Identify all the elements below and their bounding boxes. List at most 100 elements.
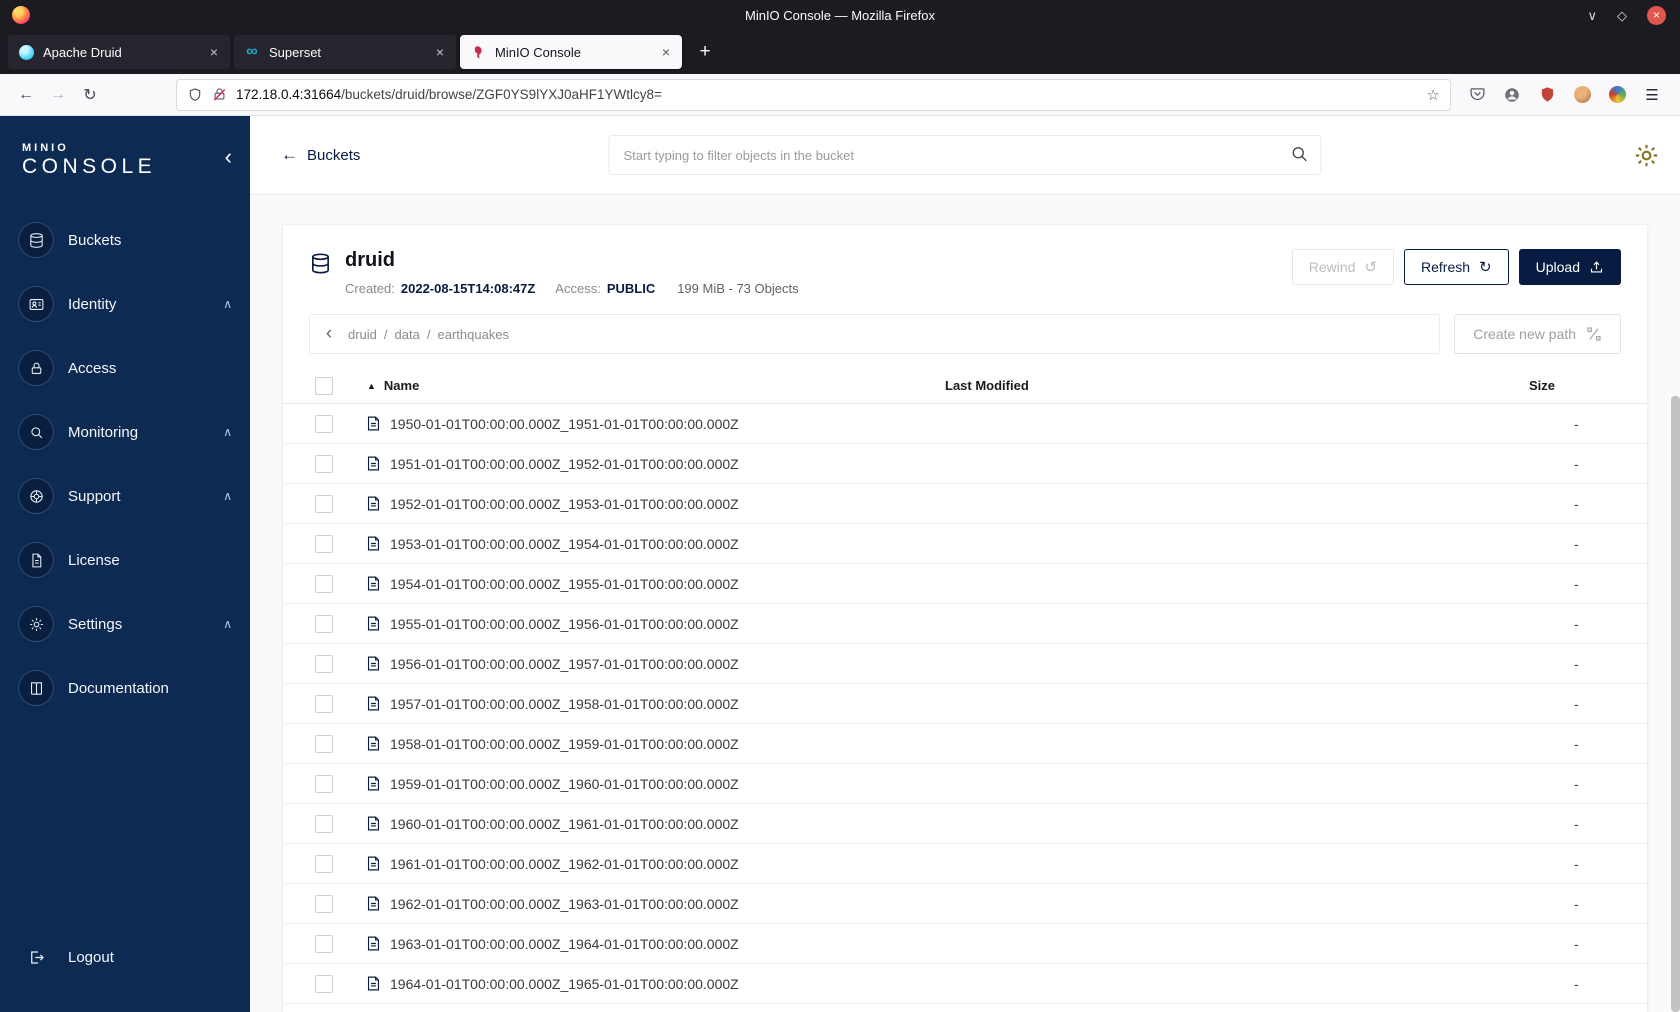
row-checkbox[interactable] (315, 574, 333, 593)
back-button[interactable]: ← (10, 80, 42, 110)
rewind-button[interactable]: Rewind ↺ (1291, 249, 1395, 285)
tab-apache-druid[interactable]: Apache Druid × (8, 35, 230, 69)
ublock-shield-icon[interactable] (1537, 85, 1557, 105)
object-size: - (1574, 855, 1579, 872)
sidebar-item-support[interactable]: Support ∧ (0, 469, 250, 523)
breadcrumb-segment[interactable]: data (395, 327, 420, 342)
back-to-buckets-link[interactable]: ← Buckets (281, 145, 360, 165)
tab-close-icon[interactable]: × (208, 44, 220, 60)
object-row[interactable]: 1963-01-01T00:00:00.000Z_1964-01-01T00:0… (283, 924, 1647, 964)
extension-pinwheel-icon[interactable] (1607, 85, 1627, 105)
object-row[interactable]: 1952-01-01T00:00:00.000Z_1953-01-01T00:0… (283, 484, 1647, 524)
created-value: 2022-08-15T14:08:47Z (400, 281, 536, 296)
row-checkbox[interactable] (315, 814, 333, 833)
new-tab-button[interactable]: + (690, 37, 720, 67)
forward-button[interactable]: → (42, 80, 74, 110)
avatar-icon[interactable] (1572, 85, 1592, 105)
object-row[interactable]: 1961-01-01T00:00:00.000Z_1962-01-01T00:0… (283, 844, 1647, 884)
breadcrumb-segment[interactable]: earthquakes (437, 327, 509, 342)
object-name: 1952-01-01T00:00:00.000Z_1953-01-01T00:0… (390, 495, 739, 512)
tab-close-icon[interactable]: × (434, 44, 446, 60)
url-bar[interactable]: 172.18.0.4:31664/buckets/druid/browse/ZG… (176, 78, 1451, 111)
breadcrumb-segment[interactable]: druid (348, 327, 377, 342)
sidebar-item-monitoring[interactable]: Monitoring ∧ (0, 405, 250, 459)
sidebar-collapse-button[interactable]: ‹ (225, 146, 232, 168)
reload-button[interactable]: ↻ (74, 80, 106, 110)
row-checkbox[interactable] (315, 494, 333, 513)
object-file-icon (365, 535, 382, 552)
object-row[interactable]: 1959-01-01T00:00:00.000Z_1960-01-01T00:0… (283, 764, 1647, 804)
row-checkbox[interactable] (315, 894, 333, 913)
object-file-icon (365, 655, 382, 672)
row-checkbox[interactable] (315, 614, 333, 633)
upload-button[interactable]: Upload (1518, 249, 1621, 285)
object-row[interactable]: 1956-01-01T00:00:00.000Z_1957-01-01T00:0… (283, 644, 1647, 684)
column-header-size: Size (1529, 378, 1556, 393)
hamburger-menu-icon[interactable]: ☰ (1642, 85, 1662, 105)
object-size: - (1574, 695, 1579, 712)
window-close-button[interactable]: × (1647, 5, 1666, 25)
url-text[interactable]: 172.18.0.4:31664/buckets/druid/browse/ZG… (236, 87, 1418, 102)
object-size: - (1574, 575, 1579, 592)
row-checkbox[interactable] (315, 974, 333, 993)
tracking-protection-shield-icon[interactable] (187, 87, 203, 103)
profile-icon[interactable] (1502, 85, 1522, 105)
support-icon (18, 478, 54, 514)
sidebar-item-settings[interactable]: Settings ∧ (0, 597, 250, 651)
sidebar-item-buckets[interactable]: Buckets (0, 213, 250, 267)
sidebar-item-access[interactable]: Access (0, 341, 250, 395)
sidebar-item-documentation[interactable]: Documentation (0, 661, 250, 715)
object-row[interactable]: 1955-01-01T00:00:00.000Z_1956-01-01T00:0… (283, 604, 1647, 644)
tab-minio-console[interactable]: MinIO Console × (460, 35, 682, 69)
pocket-icon[interactable] (1467, 85, 1487, 105)
tab-bar: Apache Druid × ∞ Superset × MinIO Consol… (0, 30, 1680, 74)
object-row[interactable]: 1953-01-01T00:00:00.000Z_1954-01-01T00:0… (283, 524, 1647, 564)
row-checkbox[interactable] (315, 414, 333, 433)
object-row[interactable]: 1964-01-01T00:00:00.000Z_1965-01-01T00:0… (283, 964, 1647, 1004)
object-size: - (1574, 415, 1579, 432)
row-checkbox[interactable] (315, 774, 333, 793)
sidebar-item-identity[interactable]: Identity ∧ (0, 277, 250, 331)
object-name: 1960-01-01T00:00:00.000Z_1961-01-01T00:0… (390, 815, 739, 832)
insecure-lock-icon[interactable] (212, 87, 227, 102)
sidebar-item-label: License (68, 551, 120, 569)
row-checkbox[interactable] (315, 534, 333, 553)
upload-label: Upload (1535, 259, 1580, 275)
object-file-icon (365, 975, 382, 992)
sidebar-item-license[interactable]: License (0, 533, 250, 587)
object-size: - (1574, 735, 1579, 752)
object-filter-input[interactable] (608, 135, 1322, 175)
object-row[interactable]: 1957-01-01T00:00:00.000Z_1958-01-01T00:0… (283, 684, 1647, 724)
console-settings-gear-icon[interactable] (1633, 142, 1660, 169)
object-row[interactable]: 1962-01-01T00:00:00.000Z_1963-01-01T00:0… (283, 884, 1647, 924)
select-all-checkbox[interactable] (315, 376, 333, 395)
window-maximize-button[interactable]: ◇ (1617, 9, 1627, 22)
object-row[interactable]: 1960-01-01T00:00:00.000Z_1961-01-01T00:0… (283, 804, 1647, 844)
row-checkbox[interactable] (315, 854, 333, 873)
sidebar-item-label: Access (68, 359, 117, 377)
column-header-name[interactable]: ▲ Name (353, 378, 945, 393)
scrollbar-thumb[interactable] (1671, 396, 1680, 1012)
objects-table: ▲ Name Last Modified Size 1950-01-01T00:… (283, 368, 1647, 1004)
row-checkbox[interactable] (315, 694, 333, 713)
object-row[interactable]: 1954-01-01T00:00:00.000Z_1955-01-01T00:0… (283, 564, 1647, 604)
row-checkbox[interactable] (315, 734, 333, 753)
path-back-chevron-icon[interactable]: ‹ (310, 315, 348, 353)
object-row[interactable]: 1958-01-01T00:00:00.000Z_1959-01-01T00:0… (283, 724, 1647, 764)
tab-superset[interactable]: ∞ Superset × (234, 35, 456, 69)
tab-close-icon[interactable]: × (660, 44, 672, 60)
sidebar-item-label: Buckets (68, 231, 122, 249)
refresh-button[interactable]: Refresh ↻ (1404, 249, 1509, 285)
row-checkbox[interactable] (315, 934, 333, 953)
object-row[interactable]: 1951-01-01T00:00:00.000Z_1952-01-01T00:0… (283, 444, 1647, 484)
create-new-path-button[interactable]: Create new path (1454, 314, 1621, 354)
row-checkbox[interactable] (315, 654, 333, 673)
object-row[interactable]: 1950-01-01T00:00:00.000Z_1951-01-01T00:0… (283, 404, 1647, 444)
window-minimize-button[interactable]: ∨ (1587, 9, 1597, 22)
sidebar-item-label: Settings (68, 615, 123, 633)
bookmark-star-icon[interactable]: ☆ (1427, 86, 1440, 104)
sidebar-item-logout[interactable]: Logout (0, 930, 250, 984)
search-icon (1290, 144, 1310, 164)
row-checkbox[interactable] (315, 454, 333, 473)
object-name: 1959-01-01T00:00:00.000Z_1960-01-01T00:0… (390, 775, 739, 792)
